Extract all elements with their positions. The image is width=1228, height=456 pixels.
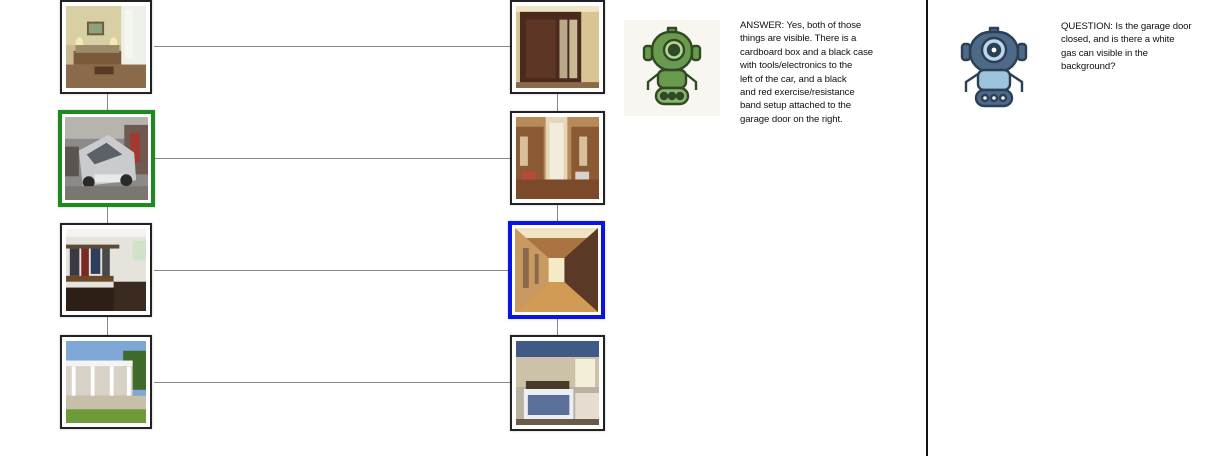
question-line-3: gas can visible in the (1061, 47, 1148, 59)
robot-icon (960, 26, 1028, 108)
edge-row-4 (154, 382, 512, 383)
panel-divider (926, 0, 928, 456)
question-line-1: QUESTION: Is the garage door (1061, 21, 1192, 32)
image-node-bedroom[interactable] (510, 335, 605, 431)
image-node-long-hallway[interactable] (508, 221, 605, 319)
edge-row-1 (154, 46, 512, 47)
edge-right-1-2 (557, 93, 558, 111)
image-node-living-room[interactable] (60, 0, 152, 94)
image-node-closet-hallway[interactable] (510, 111, 605, 205)
answer-line-3: cardboard box and a black case (740, 46, 873, 58)
image-node-pergola-patio[interactable] (60, 335, 152, 429)
edge-left-1-2 (107, 93, 108, 111)
answer-line-5: left of the car, and a black (740, 73, 847, 85)
answer-line-6: and red exercise/resistance (740, 87, 855, 99)
robot-icon (642, 26, 702, 106)
answer-prefix: ANSWER: (740, 20, 785, 31)
question-line-2: closed, and is there a white (1061, 34, 1175, 46)
edge-row-2 (154, 158, 512, 159)
edge-left-3-4 (107, 317, 108, 335)
edge-left-2-3 (107, 205, 108, 223)
answer-bot-avatar (624, 20, 720, 116)
answer-line-4: with tools/electronics to the (740, 60, 853, 72)
answer-text: ANSWER: Yes, both of those things are vi… (740, 19, 920, 126)
edge-row-3 (154, 270, 512, 271)
question-bot-avatar (956, 22, 1032, 112)
edge-right-3-4 (557, 317, 558, 335)
answer-line-7: band setup attached to the (740, 100, 852, 112)
question-line-4: background? (1061, 61, 1116, 73)
image-node-front-door[interactable] (510, 0, 605, 94)
answer-line-8: garage door on the right. (740, 113, 843, 125)
question-text: QUESTION: Is the garage door closed, and… (1061, 20, 1221, 74)
image-node-mudroom[interactable] (60, 223, 152, 317)
answer-line-1: Yes, both of those (786, 20, 862, 31)
image-node-garage-car[interactable] (58, 110, 155, 207)
answer-line-2: things are visible. There is a (740, 33, 857, 45)
